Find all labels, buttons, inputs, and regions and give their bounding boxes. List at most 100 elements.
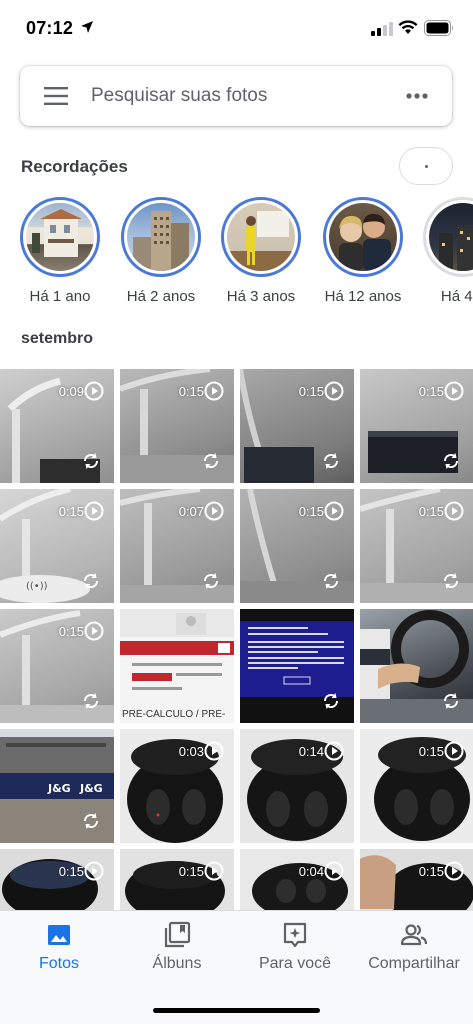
svg-text:((•)): ((•)) <box>26 581 48 592</box>
motion-photo-icon <box>83 693 99 709</box>
home-indicator[interactable] <box>153 1008 320 1013</box>
play-icon <box>324 381 344 401</box>
play-icon <box>204 501 224 521</box>
memory-item[interactable]: Há 4 a <box>413 195 473 310</box>
for-you-icon <box>283 922 307 948</box>
play-icon <box>444 861 464 881</box>
photo-tile[interactable] <box>240 609 354 723</box>
play-icon <box>444 501 464 521</box>
play-icon <box>204 381 224 401</box>
motion-photo-icon <box>83 453 99 469</box>
photo-caption: PRÉ-CÁLCULO / PRÉ- <box>122 709 226 720</box>
motion-photo-icon <box>203 453 219 469</box>
battery-icon <box>424 20 453 36</box>
location-arrow-icon <box>81 21 93 33</box>
motion-photo-icon <box>323 693 339 709</box>
tab-for-you[interactable]: Para você <box>236 911 354 991</box>
video-duration: 0:15 <box>298 504 324 519</box>
memory-ring <box>323 197 403 277</box>
photo-grid[interactable]: 0:09 0:15 0:15 0:15 ((•)) 0:15 0:07 0:15… <box>0 369 473 929</box>
search-bar[interactable]: Pesquisar suas fotos <box>20 66 452 126</box>
play-icon <box>444 381 464 401</box>
play-icon <box>84 381 104 401</box>
memories-title: Recordações <box>21 157 128 176</box>
play-icon <box>204 861 224 881</box>
play-icon <box>444 741 464 761</box>
memory-ring <box>121 197 201 277</box>
bottom-navigation: Fotos Álbuns Para você Compartilhar <box>0 910 473 1024</box>
video-duration: 0:15 <box>418 864 444 879</box>
month-section-title: setembro <box>21 330 94 347</box>
photo-tile[interactable]: 0:15 <box>0 609 114 723</box>
motion-photo-icon <box>323 573 339 589</box>
more-horizontal-icon[interactable] <box>406 92 428 100</box>
svg-text:J&G: J&G <box>79 782 103 795</box>
play-icon <box>204 741 224 761</box>
video-duration: 0:15 <box>418 744 444 759</box>
tab-albums[interactable]: Álbuns <box>118 911 236 991</box>
photo-tile[interactable]: 0:15 <box>240 489 354 603</box>
photo-tile[interactable]: 0:15 <box>360 729 473 843</box>
play-icon <box>84 621 104 641</box>
play-icon <box>84 501 104 521</box>
motion-photo-icon <box>203 573 219 589</box>
photo-tile[interactable]: 0:15 <box>360 369 473 483</box>
video-duration: 0:15 <box>418 384 444 399</box>
tab-photos[interactable]: Fotos <box>0 911 118 991</box>
video-duration: 0:03 <box>178 744 204 759</box>
memory-label: Há 4 a <box>440 288 473 305</box>
photo-tile[interactable]: 0:15 <box>120 369 234 483</box>
cellular-signal-icon <box>371 22 393 36</box>
motion-photo-icon <box>83 813 99 829</box>
photo-tile[interactable]: 0:07 <box>120 489 234 603</box>
photo-tile[interactable]: 0:09 <box>0 369 114 483</box>
memory-item[interactable]: Há 12 anos <box>313 195 413 310</box>
memory-ring <box>221 197 301 277</box>
memory-thumbnail <box>429 203 473 271</box>
status-bar: 07:12 <box>0 0 473 58</box>
video-duration: 0:14 <box>298 744 324 759</box>
play-icon <box>324 741 344 761</box>
video-duration: 0:15 <box>58 864 84 879</box>
video-duration: 0:15 <box>178 384 204 399</box>
memory-item[interactable]: Há 2 anos <box>111 195 211 310</box>
play-icon <box>324 501 344 521</box>
memory-label: Há 3 anos <box>226 288 296 305</box>
play-icon <box>84 861 104 881</box>
memory-ring <box>423 197 473 277</box>
memory-item[interactable]: Há 1 ano <box>10 195 110 310</box>
status-time: 07:12 <box>26 18 74 38</box>
memories-carousel[interactable]: Há 1 ano Há 2 anos Há 3 anos Há 12 anos … <box>0 195 473 310</box>
motion-photo-icon <box>443 693 459 709</box>
photo-tile[interactable] <box>360 609 473 723</box>
motion-photo-icon <box>443 573 459 589</box>
memory-thumbnail <box>329 203 397 271</box>
photo-tile[interactable]: J&G J&G <box>0 729 114 843</box>
memories-options-button[interactable] <box>399 147 453 185</box>
tab-share[interactable]: Compartilhar <box>355 911 473 991</box>
photo-tile[interactable]: 0:15 <box>360 489 473 603</box>
photo-icon <box>48 925 70 945</box>
motion-photo-icon <box>443 453 459 469</box>
photo-tile[interactable]: 0:03 <box>120 729 234 843</box>
play-icon <box>324 861 344 881</box>
video-duration: 0:15 <box>178 864 204 879</box>
photo-tile[interactable]: 0:15 <box>240 369 354 483</box>
tab-for-you-label: Para você <box>258 955 332 972</box>
memory-thumbnail <box>227 203 295 271</box>
share-people-icon <box>400 924 428 946</box>
photo-tile[interactable]: ((•)) 0:15 <box>0 489 114 603</box>
memory-item[interactable]: Há 3 anos <box>211 195 311 310</box>
svg-text:J&G: J&G <box>47 782 71 795</box>
video-duration: 0:15 <box>58 624 84 639</box>
hamburger-menu-icon[interactable] <box>44 87 68 105</box>
photo-tile[interactable]: PRÉ-CÁLCULO / PRÉ- <box>120 609 234 723</box>
albums-icon <box>164 921 191 948</box>
motion-photo-icon <box>83 573 99 589</box>
tab-share-label: Compartilhar <box>368 955 460 972</box>
memory-label: Há 12 anos <box>324 288 402 305</box>
photo-tile[interactable]: 0:14 <box>240 729 354 843</box>
memory-ring <box>20 197 100 277</box>
search-input[interactable]: Pesquisar suas fotos <box>91 85 267 107</box>
video-duration: 0:15 <box>58 504 84 519</box>
